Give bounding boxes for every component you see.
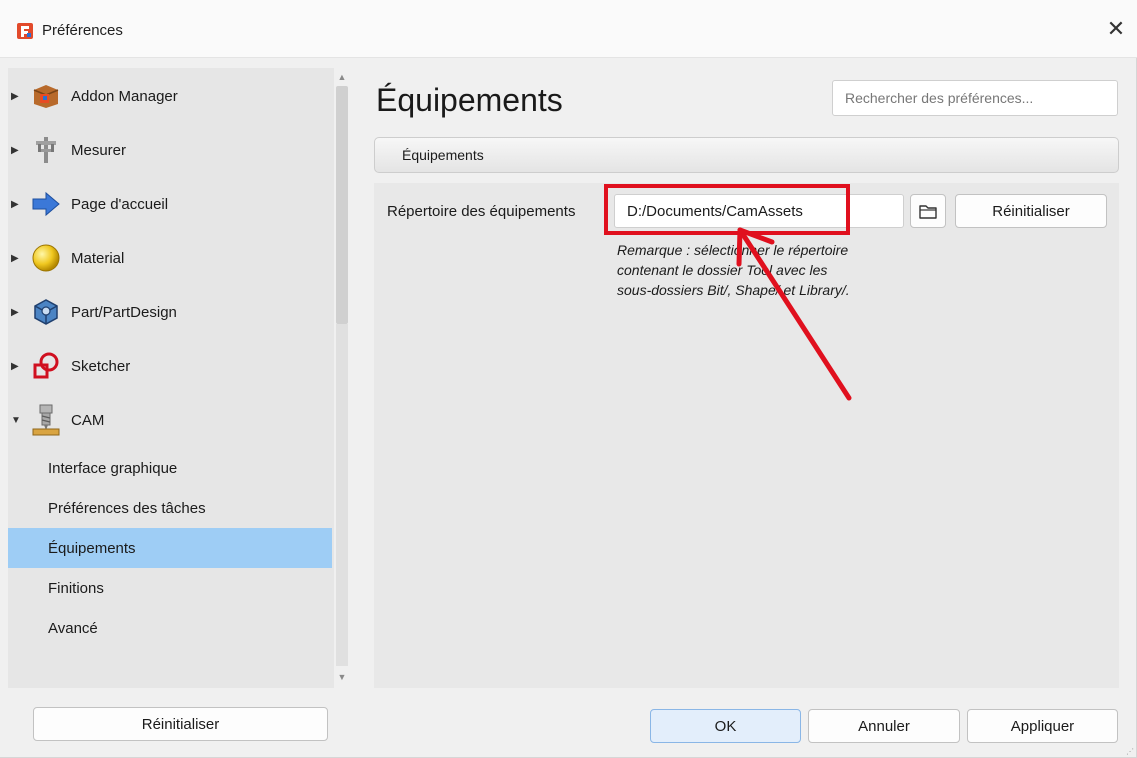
- collapse-arrow-icon[interactable]: ▼: [11, 415, 21, 426]
- tree-subitem-label: Finitions: [48, 579, 104, 597]
- sidebar-scrollbar[interactable]: ▲ ▼: [334, 68, 350, 688]
- preferences-tree[interactable]: ▶ Addon Manager ▶ Mesurer ▶ Page d'accue…: [8, 68, 334, 688]
- tree-item-material[interactable]: ▶ Material: [8, 240, 124, 276]
- tree-item-label: Mesurer: [71, 141, 127, 159]
- preferences-window: Préférences ✕ ▶ Addon Manager ▶ Mesurer …: [0, 0, 1137, 758]
- directory-label: Répertoire des équipements: [387, 203, 576, 220]
- reset-directory-button[interactable]: Réinitialiser: [955, 194, 1107, 228]
- freecad-logo-icon: [17, 23, 33, 39]
- part-design-icon: [29, 295, 63, 329]
- tree-subitem-label: Avancé: [48, 619, 98, 637]
- expand-arrow-icon[interactable]: ▶: [11, 91, 19, 102]
- tree-item-cam[interactable]: ▼ CAM: [8, 402, 104, 438]
- tree-subitem-label: Préférences des tâches: [48, 499, 206, 517]
- tree-item-label: Addon Manager: [71, 87, 178, 105]
- expand-arrow-icon[interactable]: ▶: [11, 307, 19, 318]
- directory-input[interactable]: [614, 194, 904, 228]
- arrow-right-icon: [29, 187, 63, 221]
- measure-icon: [29, 133, 63, 167]
- tree-item-part-partdesign[interactable]: ▶ Part/PartDesign: [8, 294, 177, 330]
- ok-button[interactable]: OK: [650, 709, 801, 743]
- cancel-button[interactable]: Annuler: [808, 709, 960, 743]
- apply-button[interactable]: Appliquer: [967, 709, 1118, 743]
- addon-manager-icon: [29, 79, 63, 113]
- material-sphere-icon: [29, 241, 63, 275]
- tree-subitem-label: Équipements: [48, 539, 136, 557]
- title-bar: Préférences ✕: [0, 0, 1137, 58]
- tree-subitem-avance[interactable]: Avancé: [8, 608, 332, 648]
- tree-subitem-label: Interface graphique: [48, 459, 178, 477]
- tree-subitem-interface-graphique[interactable]: Interface graphique: [8, 448, 332, 488]
- expand-arrow-icon[interactable]: ▶: [11, 253, 19, 264]
- group-header-label: Équipements: [402, 147, 484, 163]
- tree-item-label: Part/PartDesign: [71, 303, 177, 321]
- tree-item-label: CAM: [71, 411, 105, 429]
- expand-arrow-icon[interactable]: ▶: [11, 145, 19, 156]
- resize-grip-icon[interactable]: ⋰: [1126, 747, 1134, 756]
- expand-arrow-icon[interactable]: ▶: [11, 199, 19, 210]
- sketcher-icon: [29, 349, 63, 383]
- expand-arrow-icon[interactable]: ▶: [11, 361, 19, 372]
- scroll-up-icon[interactable]: ▲: [334, 68, 350, 86]
- reset-all-button[interactable]: Réinitialiser: [33, 707, 328, 741]
- tree-item-addon-manager[interactable]: ▶ Addon Manager: [8, 78, 178, 114]
- tree-subitem-finitions[interactable]: Finitions: [8, 568, 332, 608]
- browse-folder-button[interactable]: [910, 194, 946, 228]
- scrollbar-thumb[interactable]: [336, 86, 348, 324]
- tree-item-label: Material: [71, 249, 125, 267]
- tree-item-mesurer[interactable]: ▶ Mesurer: [8, 132, 126, 168]
- tree-item-label: Sketcher: [71, 357, 131, 375]
- tree-item-sketcher[interactable]: ▶ Sketcher: [8, 348, 130, 384]
- scrollbar-track[interactable]: [336, 324, 348, 666]
- directory-note: Remarque : sélectionner le répertoire co…: [617, 242, 850, 298]
- page-title: Équipements: [376, 82, 563, 118]
- tree-item-page-accueil[interactable]: ▶ Page d'accueil: [8, 186, 168, 222]
- group-header-equipements[interactable]: Équipements: [374, 137, 1119, 173]
- window-title: Préférences: [42, 22, 123, 39]
- scroll-down-icon[interactable]: ▼: [334, 668, 350, 686]
- close-button[interactable]: ✕: [1095, 10, 1137, 48]
- tree-item-label: Page d'accueil: [71, 195, 169, 213]
- tree-subitem-preferences-taches[interactable]: Préférences des tâches: [8, 488, 332, 528]
- folder-icon: [919, 204, 937, 219]
- tree-subitem-equipements[interactable]: Équipements: [8, 528, 332, 568]
- search-input[interactable]: [832, 80, 1118, 116]
- cam-icon: [29, 403, 63, 437]
